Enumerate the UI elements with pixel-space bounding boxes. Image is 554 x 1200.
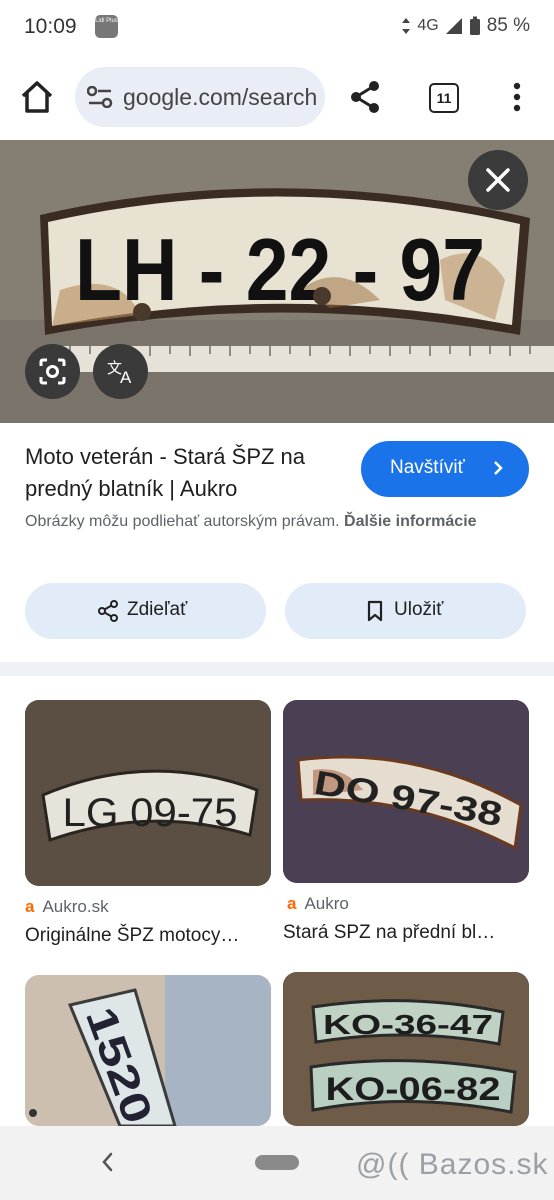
share-label: Zdieľať xyxy=(127,599,188,620)
battery-icon xyxy=(469,16,480,35)
translate-icon: 文 A xyxy=(107,360,132,387)
network-type: 4G xyxy=(417,17,439,34)
address-bar[interactable]: google.com/search xyxy=(75,67,325,127)
translate-button[interactable]: 文 A xyxy=(93,344,148,399)
site-settings-icon[interactable] xyxy=(87,86,113,108)
svg-text:A: A xyxy=(120,368,132,387)
signal-icon xyxy=(445,18,462,34)
lidl-plus-notification-icon: Lidl Plus xyxy=(95,15,118,38)
back-icon[interactable] xyxy=(100,1150,114,1174)
plate-text: LH - 22 - 97 xyxy=(75,220,485,319)
close-icon xyxy=(486,168,510,192)
status-icons: 4G 85 % xyxy=(401,15,530,37)
share-icon[interactable] xyxy=(348,80,382,114)
url-text[interactable]: google.com/search xyxy=(123,84,317,111)
copyright-notice: Obrázky môžu podliehať autorským právam.… xyxy=(25,509,535,534)
related-source-1: a Aukro.sk xyxy=(25,897,109,916)
visit-label: Navštíviť xyxy=(390,457,465,478)
home-icon[interactable] xyxy=(18,78,56,116)
more-menu-icon[interactable] xyxy=(510,82,524,112)
watermark: @(( Bazos.sk xyxy=(356,1148,549,1181)
plate-text: LG 09-75 xyxy=(63,791,238,835)
plate-photo: KO-36-47 KO-06-82 xyxy=(283,972,529,1126)
home-gesture-pill[interactable] xyxy=(255,1155,299,1170)
related-source-2: a Aukro xyxy=(287,894,349,913)
tab-switcher-button[interactable]: 11 xyxy=(429,83,459,113)
plate-photo: 1520 xyxy=(25,975,271,1126)
data-arrows-icon xyxy=(402,18,411,34)
close-button[interactable] xyxy=(468,150,528,210)
plate-text: KO-36-47 xyxy=(323,1009,493,1040)
share-icon xyxy=(98,600,118,622)
related-image-2[interactable]: DO 97-38 xyxy=(283,700,529,883)
clock: 10:09 xyxy=(24,15,77,38)
aukro-favicon-icon: a xyxy=(25,897,35,916)
save-button[interactable]: Uložiť xyxy=(285,583,526,639)
related-caption-2[interactable]: Stará SPZ na přední bl… xyxy=(283,922,495,944)
section-divider xyxy=(0,662,554,676)
aukro-favicon-icon: a xyxy=(287,894,297,913)
chevron-right-icon xyxy=(494,461,503,475)
lens-icon xyxy=(39,358,66,385)
visit-button[interactable]: Navštíviť xyxy=(361,441,529,497)
result-title[interactable]: Moto veterán - Stará ŠPZ na predný blatn… xyxy=(25,441,345,505)
related-image-3[interactable]: 1520 xyxy=(25,975,271,1126)
share-button[interactable]: Zdieľať xyxy=(25,583,266,639)
plate-text: KO-06-82 xyxy=(326,1071,501,1107)
google-lens-button[interactable] xyxy=(25,344,80,399)
related-image-1[interactable]: LG 09-75 xyxy=(25,700,271,886)
related-image-4[interactable]: KO-36-47 KO-06-82 xyxy=(283,972,529,1126)
related-caption-1[interactable]: Originálne ŠPZ motocy… xyxy=(25,925,239,947)
status-bar: 10:09 Lidl Plus 4G 85 % xyxy=(0,0,554,56)
copyright-text: Obrázky môžu podliehať autorským právam. xyxy=(25,513,340,530)
battery-percent: 85 % xyxy=(486,15,530,36)
plate-photo: DO 97-38 xyxy=(283,700,529,883)
save-label: Uložiť xyxy=(394,599,444,620)
more-info-link[interactable]: Ďalšie informácie xyxy=(344,513,477,530)
bookmark-icon xyxy=(367,600,383,622)
plate-photo: LG 09-75 xyxy=(25,700,271,886)
